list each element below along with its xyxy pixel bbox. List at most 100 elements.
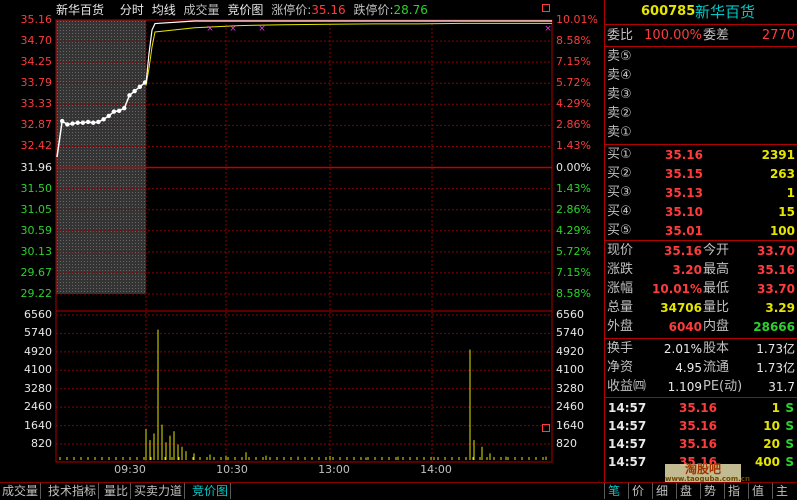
volume-tick-label: 2460 bbox=[24, 400, 52, 414]
chart-header: 新华百货 分时 均线 成交量 竞价图 涨停价:35.16 跌停价:28.76 bbox=[56, 2, 432, 18]
quote-label: 内盘 bbox=[703, 319, 730, 334]
stock-name: 新华百货 bbox=[695, 3, 756, 21]
price-tick-label: 31.50 bbox=[20, 181, 53, 195]
tab-auction-chart[interactable]: 竞价图 bbox=[227, 3, 263, 17]
quote-row: 涨幅 10.01% 最低 33.70 bbox=[605, 280, 797, 298]
percent-tick-label: 5.72% bbox=[556, 244, 591, 258]
auction-point bbox=[96, 119, 101, 125]
price-tick-label: 31.05 bbox=[20, 202, 53, 216]
tick-row[interactable]: 14:57 35.16 10 S bbox=[605, 417, 797, 435]
tab-volume[interactable]: 成交量 bbox=[184, 3, 220, 17]
tab-average-line[interactable]: 均线 bbox=[152, 3, 176, 17]
bottom-tab-2[interactable]: 量比 bbox=[102, 483, 132, 499]
watermark: 淘股吧 www.taoguba.com.cn bbox=[665, 462, 750, 483]
weibi-row: 委比 100.00% 委差 2770 bbox=[605, 27, 797, 45]
buy-order-row: 买③ 35.13 1 bbox=[605, 184, 797, 202]
auction-point bbox=[91, 120, 96, 125]
quote-value: 35.16 bbox=[757, 263, 795, 277]
panel-tab-4[interactable]: 势 bbox=[700, 483, 719, 499]
volume-tick-label: 4100 bbox=[24, 363, 52, 377]
quote-row: 现价 35.16 今开 33.70 bbox=[605, 242, 797, 260]
panel-tab-0[interactable]: 笔 bbox=[604, 483, 623, 499]
buy-order-label: 买② bbox=[607, 166, 632, 181]
fundamental-label: 净资 bbox=[607, 360, 634, 375]
panel-tab-1[interactable]: 价 bbox=[628, 483, 647, 499]
fundamental-value: 1.73亿 bbox=[756, 361, 795, 375]
percent-tick-label: 2.86% bbox=[556, 118, 591, 132]
panel-tab-3[interactable]: 盘 bbox=[676, 483, 695, 499]
tick-price: 35.16 bbox=[679, 401, 717, 415]
percent-tick-label: 4.29% bbox=[556, 97, 591, 111]
price-tick-label: 30.13 bbox=[20, 244, 53, 258]
quote-value: 10.01% bbox=[652, 282, 702, 296]
panel-tab-2[interactable]: 细 bbox=[652, 483, 671, 499]
auction-point bbox=[111, 109, 117, 114]
tab-intraday[interactable]: 分时 bbox=[120, 3, 144, 17]
fundamental-value: 31.7 bbox=[768, 380, 795, 394]
buy-order-volume: 15 bbox=[778, 205, 795, 219]
bottom-tab-4[interactable]: 竞价图 bbox=[190, 483, 232, 499]
price-tick-label: 34.70 bbox=[20, 34, 53, 48]
divider bbox=[605, 144, 797, 145]
stock-code: 600785 bbox=[641, 4, 696, 19]
tick-side: S bbox=[785, 419, 794, 433]
sell-order-label: 卖① bbox=[607, 125, 632, 140]
tick-side: S bbox=[785, 455, 794, 469]
auction-point bbox=[70, 121, 75, 126]
percent-tick-label: 2.86% bbox=[556, 202, 591, 216]
limit-down-value: 28.76 bbox=[393, 3, 428, 17]
auction-point bbox=[106, 113, 111, 119]
auction-point bbox=[85, 119, 91, 125]
tick-row[interactable]: 14:57 35.16 1 S bbox=[605, 399, 797, 417]
tick-volume: 10 bbox=[763, 419, 780, 433]
quote-value: 35.16 bbox=[664, 244, 702, 258]
volume-tick-label: 820 bbox=[31, 437, 52, 450]
order-marker: × bbox=[544, 24, 552, 34]
percent-tick-label: 10.01% bbox=[556, 13, 598, 26]
buy-order-price: 35.15 bbox=[665, 167, 703, 181]
panel-tab-6[interactable]: 值 bbox=[748, 483, 767, 499]
bottom-tab-3[interactable]: 买卖力道 bbox=[132, 483, 186, 499]
panel-tab-7[interactable]: 主 bbox=[772, 483, 791, 499]
chart-option-box[interactable] bbox=[542, 4, 550, 12]
chart-canvas[interactable]: × × × × bbox=[0, 0, 603, 482]
intraday-chart[interactable]: × × × × 新华百货 分时 均线 成交量 竞价图 涨停价:35.16 跌停价:28… bbox=[0, 0, 603, 482]
time-tick-label: 13:00 bbox=[318, 463, 350, 476]
limit-down-label: 跌停价: bbox=[353, 3, 394, 17]
percent-tick-label: 7.15% bbox=[556, 55, 591, 69]
fundamental-label: 换手 bbox=[607, 341, 634, 356]
sell-order-row: 卖③ bbox=[605, 86, 797, 104]
percent-tick-label: 7.15% bbox=[556, 265, 591, 279]
buy-order-label: 买⑤ bbox=[607, 223, 632, 238]
quote-value: 3.29 bbox=[765, 301, 795, 315]
auction-point bbox=[80, 120, 86, 125]
price-tick-label: 32.87 bbox=[20, 118, 53, 132]
percent-tick-label: 5.72% bbox=[556, 76, 591, 90]
auction-point bbox=[101, 117, 106, 122]
time-tick-label: 09:30 bbox=[114, 463, 146, 476]
price-tick-label: 35.16 bbox=[20, 13, 53, 26]
watermark-top: 淘股吧 bbox=[684, 462, 721, 476]
tick-time: 14:57 bbox=[608, 401, 647, 415]
buy-order-price: 35.10 bbox=[665, 205, 703, 219]
quote-row: 总量 34706 量比 3.29 bbox=[605, 299, 797, 317]
bottom-tab-1[interactable]: 技术指标 bbox=[46, 483, 100, 499]
quote-value: 3.20 bbox=[672, 263, 702, 277]
tick-row[interactable]: 14:57 35.16 20 S bbox=[605, 435, 797, 453]
volume-tick-label-right: 5740 bbox=[556, 326, 584, 340]
volume-option-box[interactable] bbox=[542, 424, 550, 432]
buy-order-price: 35.16 bbox=[665, 148, 703, 162]
bottom-tab-0[interactable]: 成交量 bbox=[0, 483, 42, 499]
auction-point bbox=[137, 84, 143, 89]
sell-order-label: 卖② bbox=[607, 106, 632, 121]
divider bbox=[605, 24, 797, 25]
auction-point bbox=[59, 118, 65, 124]
sell-order-row: 卖① bbox=[605, 124, 797, 142]
order-marker: × bbox=[206, 24, 214, 34]
fundamental-value: 2.01% bbox=[663, 342, 702, 356]
weicha-value: 2770 bbox=[761, 28, 795, 43]
tick-volume: 20 bbox=[763, 437, 780, 451]
volume-tick-label-right: 820 bbox=[556, 437, 577, 450]
panel-tab-5[interactable]: 指 bbox=[724, 483, 743, 499]
weicha-label: 委差 bbox=[703, 28, 730, 43]
